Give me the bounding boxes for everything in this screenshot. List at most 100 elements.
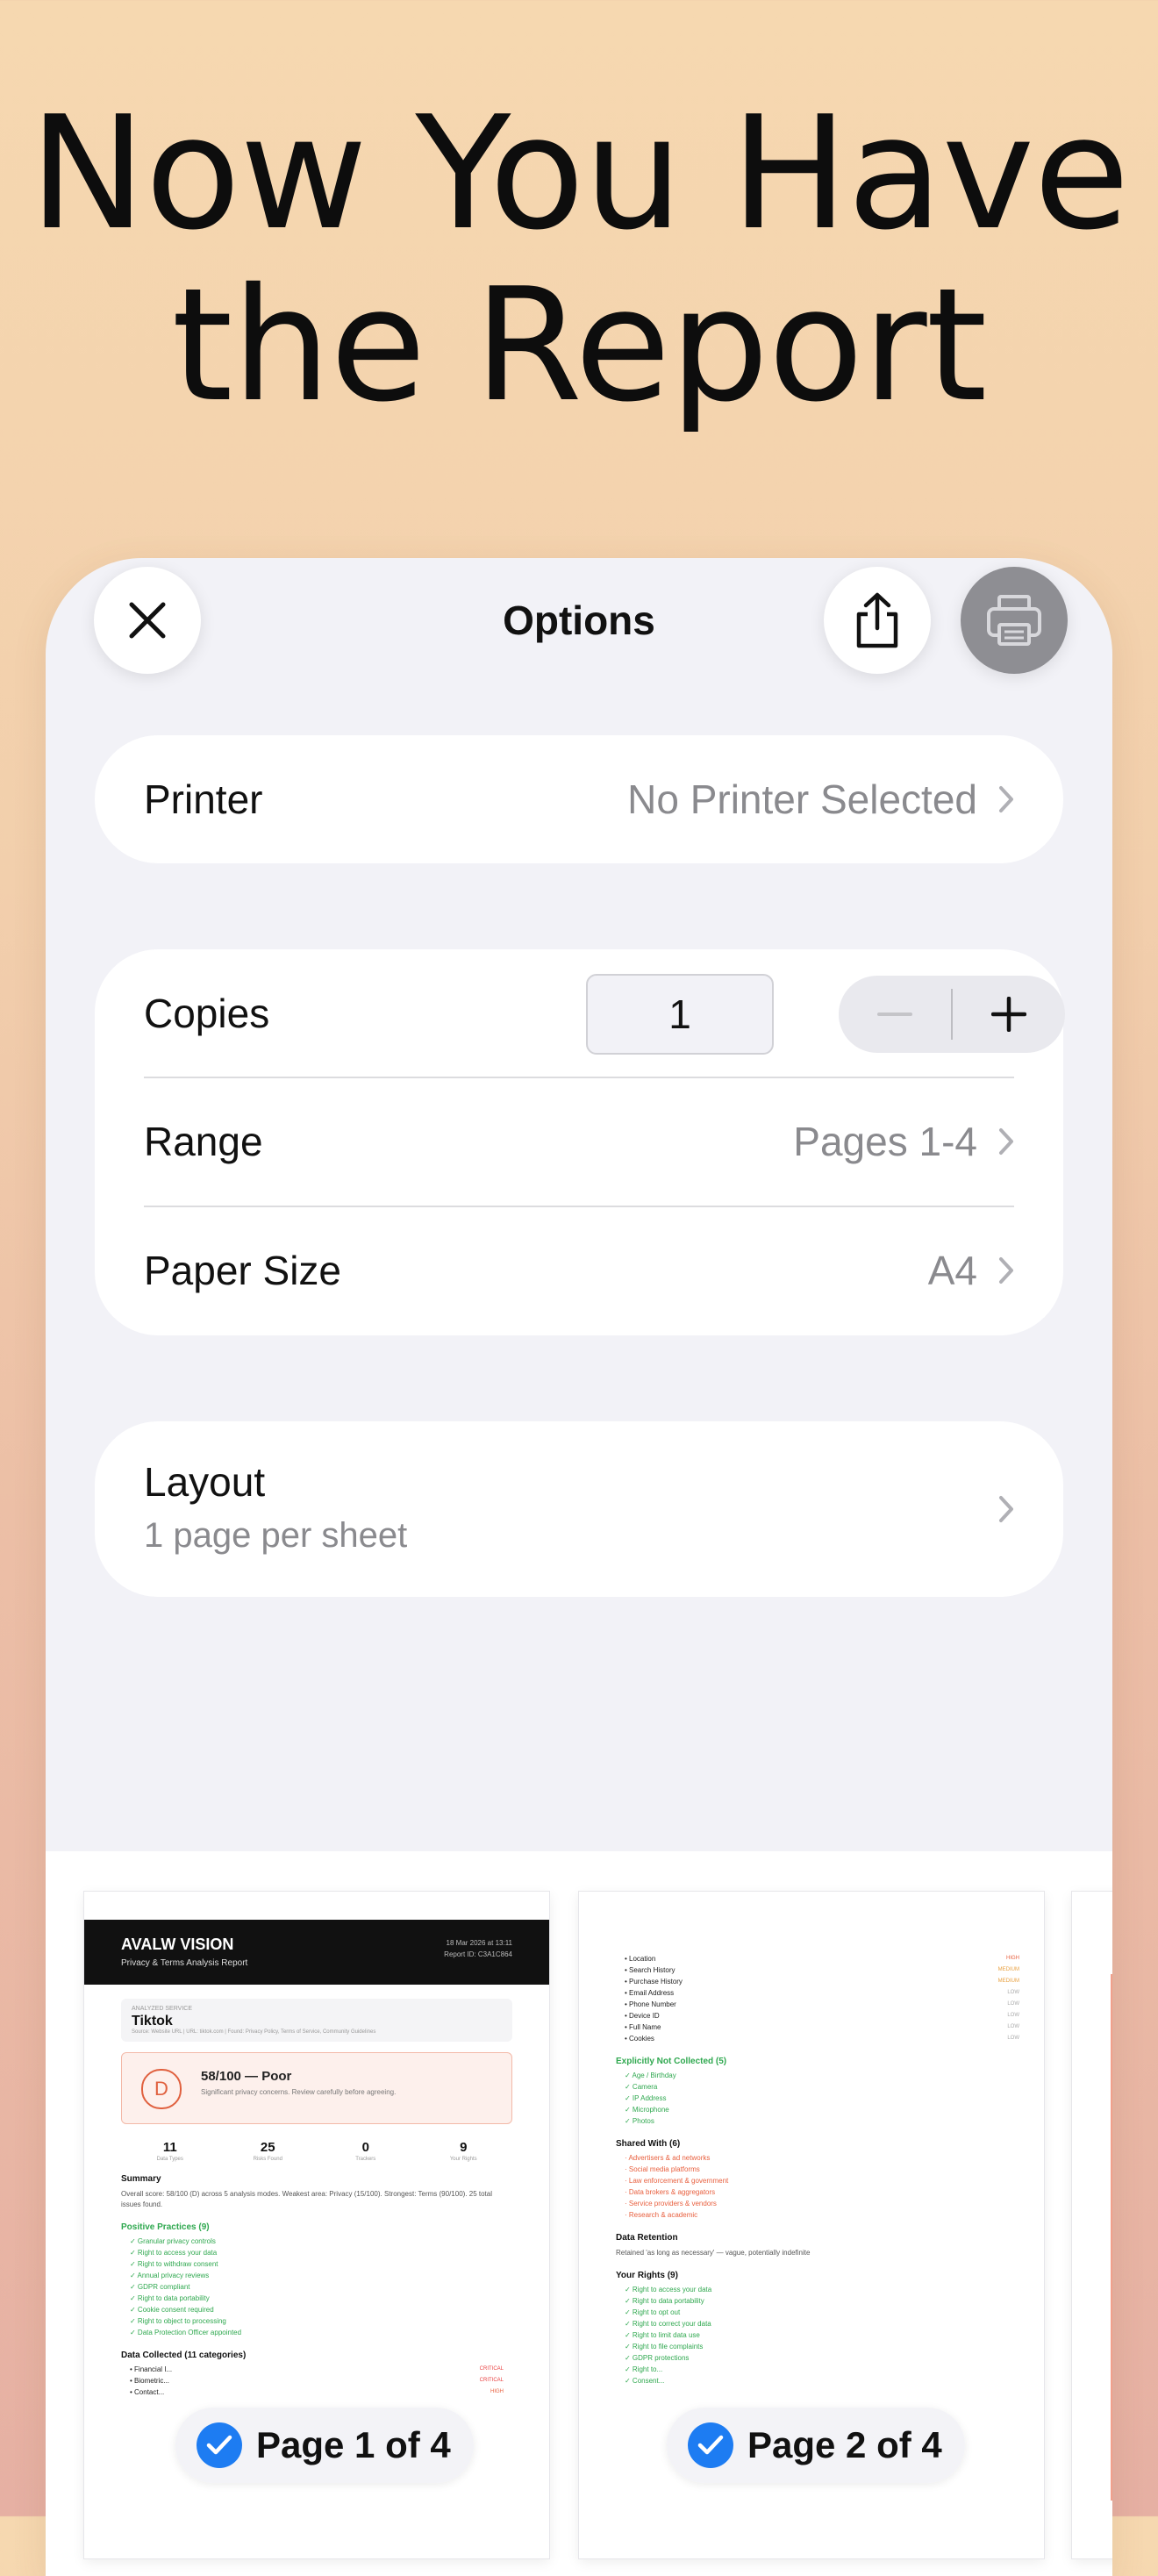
item-text: • Device ID [625,2012,660,2020]
positive-title: Positive Practices (9) [121,2222,210,2232]
rights-list: ✓ Right to access your data ✓ Right to d… [625,2284,998,2386]
list-item: • Device ID LOW [625,2010,1019,2021]
layout-label: Layout [144,1459,266,1505]
list-item: ✓ Right to access your data [625,2286,712,2293]
item-tag: CRITICAL [479,2378,504,2383]
retention-title: Data Retention [616,2233,678,2243]
data-list: • Location HIGH • Search History MEDIUM • … [625,1953,1019,2044]
share-button[interactable] [824,567,931,674]
item-text: • Cookies [625,2035,654,2043]
list-item: ✓ Right to... [625,2365,663,2373]
list-item: · Advertisers & ad networks [625,2154,711,2162]
item-tag: HIGH [490,2389,504,2394]
list-item: ✓ IP Address [625,2094,667,2102]
layout-card[interactable]: Layout 1 page per sheet [95,1421,1063,1597]
printer-value: No Printer Selected [627,776,977,822]
report-header: AVALW VISION Privacy & Terms Analysis Re… [84,1920,549,1985]
score-box: D 58/100 — Poor Significant privacy conc… [121,2052,512,2124]
collected-title: Data Collected (11 categories) [121,2351,247,2360]
report-meta: 18 Mar 2026 at 13:11 Report ID: C3A1C864 [444,1937,512,1960]
item-text: • Biometric... [130,2377,170,2385]
print-options-sheet: Options Printer No Printer Selected Copi… [46,558,1112,2576]
item-tag: LOW [1007,2024,1019,2029]
service-source: Source: Website URL | URL: tiktok.com | … [132,2029,376,2035]
printer-card[interactable]: Printer No Printer Selected [95,735,1063,863]
shared-list: · Advertisers & ad networks · Social med… [625,2152,998,2221]
item-tag: CRITICAL [479,2366,504,2372]
list-item: ✓ Right to withdraw consent [130,2260,218,2268]
list-item: ✓ GDPR compliant [130,2283,190,2291]
stat-label: Data Types [156,2157,183,2162]
page-1-selected-pill[interactable]: Page 1 of 4 [175,2408,474,2483]
stat-value: 11 [162,2140,177,2155]
list-item: ✓ Granular privacy controls [130,2237,216,2245]
list-item: • Purchase History MEDIUM [625,1976,1019,1987]
item-tag: LOW [1007,2001,1019,2007]
service-name: Tiktok [132,2014,173,2029]
stat-value: 9 [460,2140,468,2155]
list-item: ✓ Right to data portability [130,2294,210,2302]
service-caption: ANALYZED SERVICE [132,2006,192,2012]
report-brand: AVALW VISION [121,1936,234,1953]
list-item: ✓ Right to limit data use [625,2331,700,2339]
list-item: · Research & academic [625,2211,698,2219]
paper-size-value: A4 [927,1248,977,1293]
item-text: • Contact... [130,2388,165,2396]
list-item: · Social media platforms [625,2165,700,2173]
list-item: ✓ Data Protection Officer appointed [130,2329,242,2336]
list-item: • Cookies LOW [625,2033,1019,2044]
checkmark-icon [197,2422,242,2468]
collected-list: • Financial I... CRITICAL • Biometric... C… [130,2364,504,2398]
list-item: ✓ Cookie consent required [130,2306,214,2314]
printer-row[interactable]: Printer No Printer Selected [144,735,1014,863]
positive-list: ✓ Granular privacy controls ✓ Right to a… [130,2236,504,2338]
paper-size-label: Paper Size [144,1248,342,1293]
page-2-selected-pill[interactable]: Page 2 of 4 [667,2408,965,2483]
headline-line-1: Now You Have [29,82,1129,264]
page-edge-mark [1111,1974,1112,2501]
not-collected-list: ✓ Age / Birthday ✓ Camera ✓ IP Address ✓… [625,2070,998,2127]
plus-icon [991,997,1026,1032]
rights-title: Your Rights (9) [616,2271,678,2280]
print-button[interactable] [961,567,1068,674]
paper-size-row[interactable]: Paper Size A4 [144,1206,1014,1335]
item-text: • Search History [625,1966,676,1974]
copies-stepper[interactable] [839,976,1065,1053]
page-preview-strip[interactable]: AVALW VISION Privacy & Terms Analysis Re… [46,1851,1112,2576]
list-item: ✓ Right to file complaints [625,2343,704,2351]
stat-label: Your Rights [449,2157,477,2162]
chevron-right-icon [999,1257,1013,1284]
list-item: · Law enforcement & government [625,2177,729,2185]
range-row[interactable]: Range Pages 1-4 [144,1077,1014,1206]
item-text: • Email Address [625,1989,675,1997]
list-item: · Data brokers & aggregators [625,2188,716,2196]
report-date: 18 Mar 2026 at 13:11 [446,1939,512,1947]
score-note: Significant privacy concerns. Review car… [201,2088,397,2096]
print-settings-card: Copies 1 Range Pages 1-4 Paper Size A4 [95,949,1065,1335]
item-text: • Financial I... [130,2365,173,2373]
stat: 11 Data Types [121,2140,219,2162]
list-item: ✓ Microphone [625,2106,669,2114]
item-tag: LOW [1007,2013,1019,2018]
page-preview-3[interactable] [1072,1892,1112,2558]
not-collected-title: Explicitly Not Collected (5) [616,2057,727,2066]
increment-button[interactable] [953,976,1065,1053]
list-item: · Service providers & vendors [625,2200,717,2207]
decrement-button[interactable] [839,976,951,1053]
stat-value: 0 [361,2140,369,2155]
list-item: ✓ Camera [625,2083,658,2091]
chevron-right-icon [999,786,1013,812]
list-item: ✓ GDPR protections [625,2354,690,2362]
stats-row: 11 Data Types 25 Risks Found 0 Trackers 9 Yo… [121,2140,512,2162]
copies-input[interactable]: 1 [586,974,774,1055]
list-item: ✓ Right to data portability [625,2297,704,2305]
stat-value: 25 [260,2140,275,2155]
item-text: • Phone Number [625,2000,676,2008]
list-item: • Biometric... CRITICAL [130,2375,504,2386]
list-item: • Contact... HIGH [130,2386,504,2398]
checkmark-icon [688,2422,733,2468]
layout-text: Layout 1 page per sheet [144,1458,407,1556]
report-subtitle: Privacy & Terms Analysis Report [121,1958,248,1968]
minus-icon [877,1013,912,1016]
list-item: • Email Address LOW [625,1987,1019,1999]
